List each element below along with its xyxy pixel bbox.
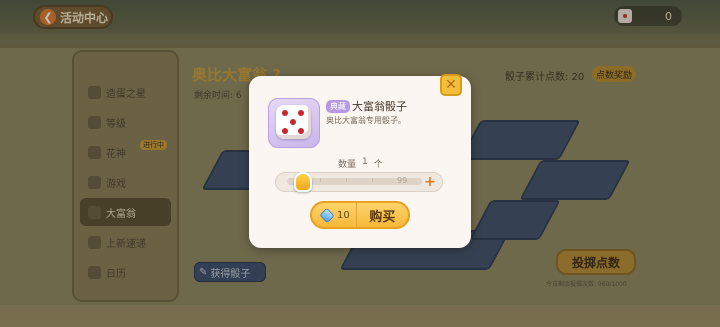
buy-button[interactable]: 10 购买 — [310, 201, 410, 229]
item-description: 奥比大富翁专用骰子。 — [326, 116, 406, 125]
quantity-label: 数量 — [338, 160, 357, 170]
rarity-tag: 典藏 — [326, 100, 350, 113]
dice-icon — [276, 105, 311, 139]
close-button[interactable]: ✕ — [440, 74, 462, 96]
slider-tick — [320, 178, 321, 182]
slider-max: 99 — [397, 176, 408, 185]
slider-tick — [346, 178, 347, 182]
buy-label: 购买 — [369, 209, 396, 225]
gem-icon — [319, 207, 335, 223]
quantity-unit: 个 — [373, 160, 383, 170]
item-name: 大富翁骰子 — [352, 100, 407, 113]
plus-button[interactable]: + — [423, 174, 437, 190]
buy-cost-value: 10 — [337, 209, 350, 221]
slider-thumb[interactable] — [294, 172, 312, 192]
slider-tick — [372, 178, 373, 182]
quantity-value: 1 — [362, 157, 368, 167]
quantity-row: 数量 1 个 — [338, 157, 383, 170]
buy-cost: 10 — [312, 203, 357, 227]
